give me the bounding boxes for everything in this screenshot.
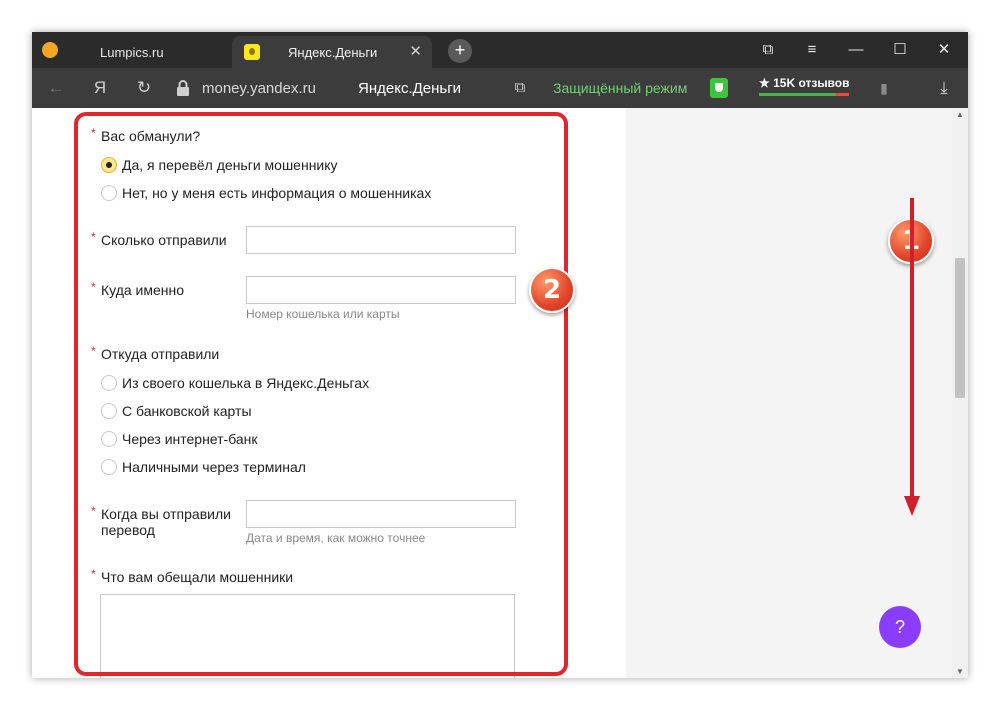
step-badge-2: 2: [529, 267, 575, 313]
bookmark-icon[interactable]: ▮: [872, 76, 896, 100]
tab-label: Яндекс.Деньги: [288, 44, 378, 60]
close-button[interactable]: ✕: [932, 38, 956, 62]
scroll-up-icon[interactable]: ▲: [952, 110, 968, 119]
browser-window: Lumpics.ru Яндекс.Деньги ✕ + ⧉ ≡ — ☐ ✕ ←…: [32, 32, 968, 678]
minimize-button[interactable]: —: [844, 38, 868, 62]
address-bar: ← Я ↻ money.yandex.ru Яндекс.Деньги ⧉ За…: [32, 68, 968, 108]
help-button[interactable]: ?: [879, 606, 921, 648]
reviews-rating-bar: [759, 93, 849, 96]
url-field[interactable]: money.yandex.ru: [172, 76, 328, 100]
url-text: money.yandex.ru: [202, 80, 316, 97]
scroll-thumb[interactable]: [955, 258, 965, 398]
yandex-money-favicon-icon: [244, 44, 260, 60]
collections-icon[interactable]: ⧉: [756, 38, 780, 62]
maximize-button[interactable]: ☐: [888, 38, 912, 62]
scrollbar[interactable]: ▲ ▼: [952, 108, 968, 678]
menu-icon[interactable]: ≡: [800, 38, 824, 62]
yandex-icon[interactable]: Я: [88, 76, 112, 100]
reviews-badge[interactable]: ★ 15K отзывов: [759, 76, 850, 90]
download-icon[interactable]: ⤓: [932, 76, 956, 100]
copy-icon[interactable]: ⧉: [508, 76, 532, 100]
tab-lumpics[interactable]: Lumpics.ru: [70, 36, 230, 68]
browser-logo-icon[interactable]: [42, 42, 58, 58]
tab-bar: Lumpics.ru Яндекс.Деньги ✕ + ⧉ ≡ — ☐ ✕: [32, 32, 968, 68]
tab-label: Lumpics.ru: [100, 44, 164, 60]
lock-icon: [177, 80, 189, 96]
tab-close-icon[interactable]: ✕: [409, 42, 422, 60]
back-icon[interactable]: ←: [44, 76, 68, 100]
shield-icon[interactable]: [710, 78, 728, 98]
scroll-down-arrow-icon: [904, 198, 920, 516]
reload-icon[interactable]: ↻: [132, 76, 156, 100]
tab-yandex-money[interactable]: Яндекс.Деньги ✕: [232, 36, 432, 68]
new-tab-button[interactable]: +: [448, 39, 472, 63]
secure-mode-label[interactable]: Защищённый режим: [553, 80, 687, 96]
highlight-frame: [74, 112, 568, 676]
page-content: * Вас обманули? Да, я перевёл деньги моше…: [32, 108, 968, 678]
page-title: Яндекс.Деньги: [358, 80, 462, 97]
scroll-down-icon[interactable]: ▼: [952, 667, 968, 676]
